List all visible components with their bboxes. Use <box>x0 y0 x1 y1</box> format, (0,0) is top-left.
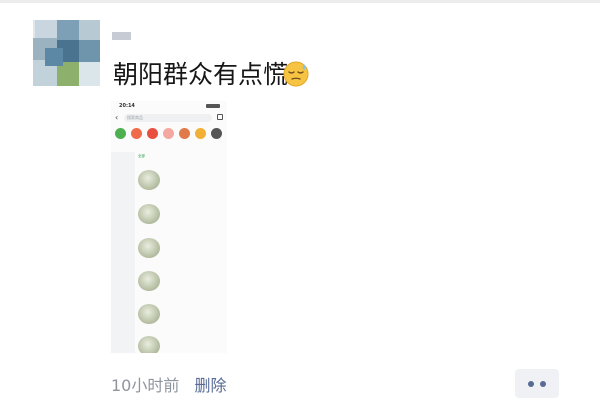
status-bar: 20:14 <box>111 101 227 112</box>
top-divider <box>0 0 600 3</box>
filter-chip: 全部 <box>138 154 145 158</box>
category-item <box>162 128 175 141</box>
cabbage-image <box>138 170 160 190</box>
post-time: 10小时前 <box>111 376 180 395</box>
product-item <box>137 301 227 333</box>
cabbage-image <box>138 204 160 224</box>
category-item <box>130 128 143 141</box>
cabbage-image <box>138 336 160 353</box>
author-name-redacted[interactable] <box>112 32 131 40</box>
category-sidebar <box>111 152 135 353</box>
battery-icon <box>206 104 220 108</box>
sleepy-sweat-face-emoji <box>283 61 309 87</box>
product-item <box>137 235 227 267</box>
back-arrow-icon: ‹ <box>115 113 119 122</box>
search-bar-area: ‹ 搜索商品 <box>111 112 227 124</box>
cabbage-image <box>138 304 160 324</box>
cabbage-image <box>138 271 160 291</box>
avatar[interactable] <box>33 20 100 86</box>
category-item <box>194 128 207 141</box>
two-dots-icon <box>528 381 534 387</box>
category-item <box>210 128 223 141</box>
cabbage-image <box>138 238 160 258</box>
category-row <box>114 128 226 150</box>
post-text: 朝阳群众有点慌 <box>113 60 289 89</box>
filter-row: 全部 <box>138 154 227 160</box>
two-dots-icon <box>540 381 546 387</box>
more-actions-button[interactable] <box>515 369 559 398</box>
product-item <box>137 167 227 199</box>
status-time: 20:14 <box>119 103 135 109</box>
category-item <box>114 128 127 141</box>
delete-link[interactable]: 删除 <box>194 376 226 395</box>
post-meta: 10小时前 删除 <box>111 372 226 396</box>
search-input: 搜索商品 <box>124 114 212 122</box>
product-item <box>137 333 227 353</box>
category-item <box>178 128 191 141</box>
product-item <box>137 201 227 233</box>
product-item <box>137 268 227 300</box>
category-item <box>146 128 159 141</box>
cart-icon <box>217 114 223 120</box>
attached-screenshot-thumbnail[interactable]: 20:14 ‹ 搜索商品 全部 <box>111 101 227 353</box>
